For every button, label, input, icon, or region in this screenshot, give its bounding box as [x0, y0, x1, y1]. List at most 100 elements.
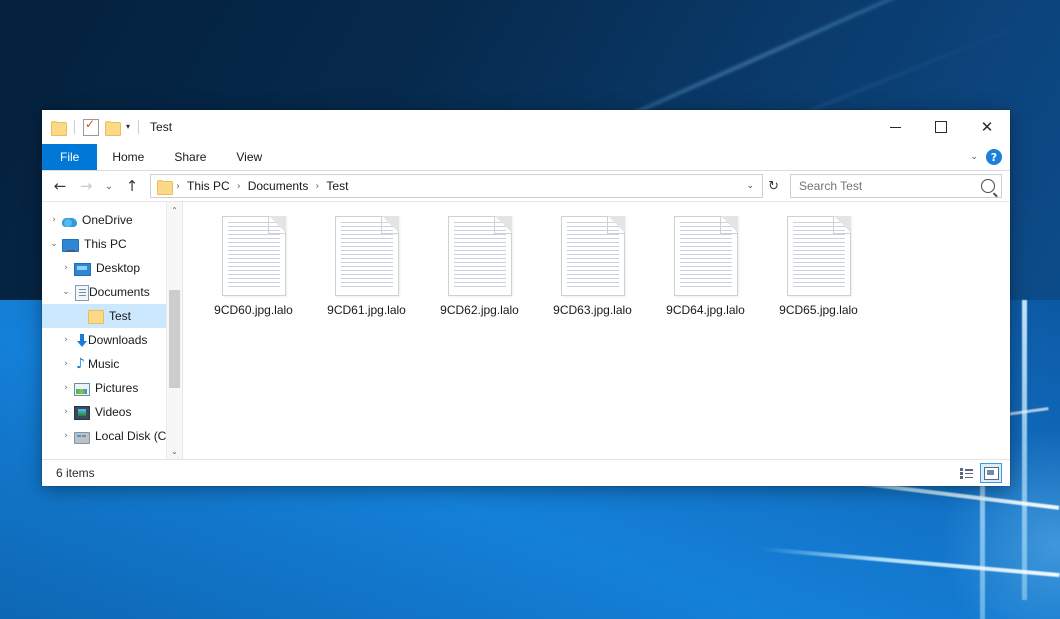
file-name-label: 9CD62.jpg.lalo: [440, 303, 519, 317]
sidebar-item-desktop[interactable]: › Desktop: [42, 256, 182, 280]
desktop-icon: [74, 263, 91, 276]
sidebar-item-documents[interactable]: ⌄ Documents: [42, 280, 182, 304]
file-name-label: 9CD61.jpg.lalo: [327, 303, 406, 317]
toolbar-divider: [74, 120, 75, 134]
cloud-icon: [62, 218, 77, 227]
sidebar-item-label: Music: [88, 357, 119, 371]
sidebar-item-label: Desktop: [96, 261, 140, 275]
maximize-button[interactable]: [918, 110, 964, 144]
forward-button[interactable]: →: [74, 174, 98, 198]
chevron-right-icon[interactable]: ›: [58, 383, 74, 393]
item-count-label: 6 items: [56, 466, 95, 480]
file-explorer-window: ▾ Test ✕ File Home Share View ⌄ ? ← →: [42, 110, 1010, 486]
sidebar-item-downloads[interactable]: › Downloads: [42, 328, 182, 352]
page-fold-edge: [494, 216, 512, 234]
large-icons-view-button[interactable]: [980, 463, 1002, 483]
sidebar-item-label: OneDrive: [82, 213, 133, 227]
chevron-right-icon[interactable]: ›: [58, 263, 74, 273]
chevron-right-icon[interactable]: ›: [46, 215, 62, 225]
minimize-button[interactable]: [872, 110, 918, 144]
refresh-icon[interactable]: ↻: [765, 179, 782, 194]
sidebar-item-pictures[interactable]: › Pictures: [42, 376, 182, 400]
sidebar-item-label: Local Disk (C:): [95, 429, 174, 443]
file-name-label: 9CD64.jpg.lalo: [666, 303, 745, 317]
generic-document-icon: [787, 216, 851, 296]
chevron-down-icon[interactable]: ⌄: [46, 239, 62, 249]
file-item[interactable]: 9CD60.jpg.lalo: [197, 214, 310, 336]
sidebar-item-onedrive[interactable]: › OneDrive: [42, 208, 182, 232]
desktop-background: ▾ Test ✕ File Home Share View ⌄ ? ← →: [0, 0, 1060, 619]
sidebar-item-label: Test: [109, 309, 131, 323]
status-bar: 6 items: [42, 459, 1010, 486]
minimize-icon: [890, 127, 901, 128]
page-fold-edge: [607, 216, 625, 234]
scroll-up-icon[interactable]: ⌃: [167, 202, 182, 218]
file-item[interactable]: 9CD62.jpg.lalo: [423, 214, 536, 336]
breadcrumb-test[interactable]: Test: [323, 179, 351, 193]
view-toggle-group: [956, 463, 1002, 483]
sidebar-item-music[interactable]: › ♪ Music: [42, 352, 182, 376]
address-bar-row: ← → ⌄ ↑ › This PC › Documents › Test ⌄ ↻: [42, 171, 1010, 201]
properties-icon[interactable]: [83, 119, 99, 136]
chevron-down-icon[interactable]: ⌄: [970, 152, 978, 162]
file-item[interactable]: 9CD61.jpg.lalo: [310, 214, 423, 336]
search-box[interactable]: [790, 174, 1002, 198]
customize-caret-icon[interactable]: ▾: [126, 123, 130, 131]
sidebar-item-label: Documents: [89, 285, 150, 299]
search-icon[interactable]: [981, 179, 995, 193]
page-fold-edge: [268, 216, 286, 234]
search-input[interactable]: [797, 178, 977, 194]
large-icons-view-icon: [984, 467, 999, 480]
sidebar-item-test[interactable]: Test: [42, 304, 182, 328]
up-button[interactable]: ↑: [120, 174, 144, 198]
file-list-pane[interactable]: 9CD60.jpg.lalo 9CD61.jpg.lalo: [182, 202, 1010, 459]
back-button[interactable]: ←: [48, 174, 72, 198]
file-item[interactable]: 9CD63.jpg.lalo: [536, 214, 649, 336]
close-button[interactable]: ✕: [964, 110, 1010, 144]
generic-document-icon: [222, 216, 286, 296]
tab-home[interactable]: Home: [97, 144, 159, 170]
file-item[interactable]: 9CD64.jpg.lalo: [649, 214, 762, 336]
window-controls: ✕: [872, 110, 1010, 144]
tab-file[interactable]: File: [42, 144, 97, 170]
scroll-down-icon[interactable]: ⌄: [167, 443, 182, 459]
chevron-down-icon[interactable]: ⌄: [58, 287, 74, 297]
tab-view[interactable]: View: [221, 144, 277, 170]
close-icon: ✕: [981, 120, 994, 135]
document-lines-top: [341, 222, 380, 235]
toolbar-divider: [138, 120, 139, 134]
documents-icon: [75, 285, 89, 301]
breadcrumb-separator: ›: [233, 181, 245, 192]
window-body: › OneDrive ⌄ This PC › Desktop ⌄: [42, 201, 1010, 459]
document-lines-top: [793, 222, 832, 235]
chevron-right-icon[interactable]: ›: [58, 431, 74, 441]
sidebar-item-local-disk[interactable]: › Local Disk (C:): [42, 424, 182, 448]
chevron-down-icon[interactable]: ⌄: [743, 181, 759, 191]
sidebar-item-videos[interactable]: › Videos: [42, 400, 182, 424]
tab-share[interactable]: Share: [159, 144, 221, 170]
chevron-right-icon[interactable]: ›: [58, 407, 74, 417]
sidebar-item-label: Pictures: [95, 381, 138, 395]
address-bar[interactable]: › This PC › Documents › Test ⌄: [150, 174, 763, 198]
recent-locations-button[interactable]: ⌄: [100, 174, 118, 198]
address-bar-controls: ⌄: [743, 181, 759, 191]
maximize-icon: [935, 121, 947, 133]
document-lines-top: [567, 222, 606, 235]
scrollbar-thumb[interactable]: [169, 290, 180, 388]
details-view-button[interactable]: [956, 464, 976, 482]
new-folder-icon[interactable]: [105, 121, 120, 134]
breadcrumb-documents[interactable]: Documents: [245, 179, 312, 193]
sidebar-item-this-pc[interactable]: ⌄ This PC: [42, 232, 182, 256]
chevron-right-icon[interactable]: ›: [58, 359, 74, 369]
breadcrumb-this-pc[interactable]: This PC: [184, 179, 233, 193]
sidebar-scrollbar[interactable]: ⌃ ⌄: [166, 202, 182, 459]
chevron-right-icon[interactable]: ›: [58, 335, 74, 345]
sidebar-item-label: This PC: [84, 237, 127, 251]
navigation-pane: › OneDrive ⌄ This PC › Desktop ⌄: [42, 202, 182, 459]
folder-icon[interactable]: [51, 121, 66, 134]
disk-icon: [74, 432, 90, 444]
document-lines-top: [454, 222, 493, 235]
details-view-icon: [960, 468, 973, 479]
file-item[interactable]: 9CD65.jpg.lalo: [762, 214, 875, 336]
help-icon[interactable]: ?: [986, 149, 1002, 165]
